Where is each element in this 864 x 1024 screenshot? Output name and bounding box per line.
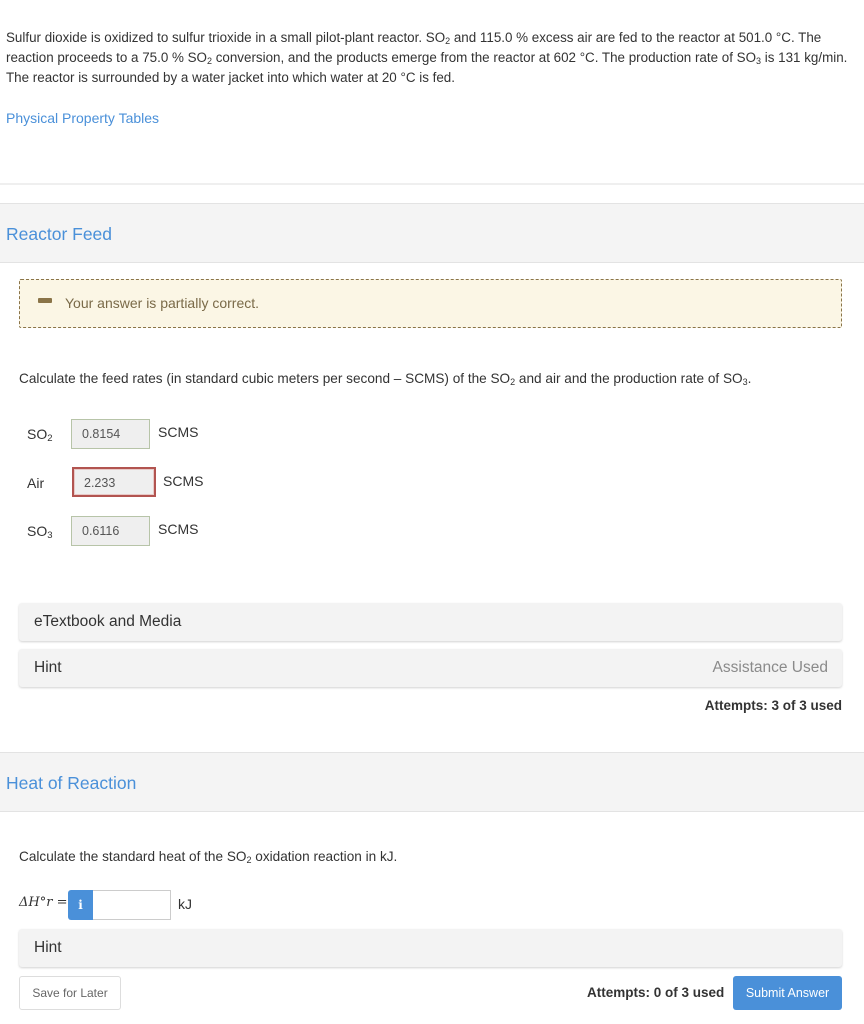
delta-h-label: ΔH°r =: [19, 895, 68, 910]
so2-feed-input[interactable]: 0.8154: [71, 419, 150, 449]
kj-unit: kJ: [178, 896, 192, 912]
so3-unit: SCMS: [158, 521, 199, 537]
etextbook-media-bar[interactable]: eTextbook and Media: [19, 603, 842, 641]
submit-answer-button[interactable]: Submit Answer: [733, 976, 842, 1010]
physical-property-tables-link[interactable]: Physical Property Tables: [6, 110, 159, 126]
hint-label: Hint: [34, 939, 62, 956]
so2-label: SO2: [27, 426, 53, 444]
air-label: Air: [27, 475, 45, 491]
save-for-later-button[interactable]: Save for Later: [19, 976, 121, 1010]
section-header-reactor-feed: Reactor Feed: [0, 203, 864, 263]
section-header-heat-of-reaction: Heat of Reaction: [0, 752, 864, 812]
etextbook-label: eTextbook and Media: [34, 613, 182, 630]
problem-statement: Sulfur dioxide is oxidized to sulfur tri…: [6, 30, 848, 85]
hint-bar-reactor-feed[interactable]: Hint Assistance Used: [19, 649, 842, 687]
partial-correct-feedback: Your answer is partially correct.: [19, 279, 842, 328]
attempts-reactor-feed: Attempts: 3 of 3 used: [704, 698, 842, 713]
so3-label: SO3: [27, 523, 53, 541]
info-icon[interactable]: i: [68, 890, 93, 920]
hint-bar-heat-of-reaction[interactable]: Hint: [19, 929, 842, 967]
divider: [0, 183, 864, 185]
heat-of-reaction-input[interactable]: [93, 890, 171, 920]
so2-unit: SCMS: [158, 424, 199, 440]
section-title-reactor-feed[interactable]: Reactor Feed: [6, 224, 112, 245]
question-text-reactor-feed: Calculate the feed rates (in standard cu…: [19, 371, 752, 387]
air-unit: SCMS: [163, 473, 204, 489]
assistance-used-label: Assistance Used: [712, 659, 828, 676]
hint-label: Hint: [34, 659, 62, 676]
partial-dash-icon: [38, 298, 52, 303]
question-text-heat-of-reaction: Calculate the standard heat of the SO2 o…: [19, 849, 398, 865]
so3-production-input[interactable]: 0.6116: [71, 516, 150, 546]
attempts-heat-of-reaction: Attempts: 0 of 3 used: [587, 985, 725, 1000]
section-title-heat-of-reaction[interactable]: Heat of Reaction: [6, 773, 136, 794]
feedback-message: Your answer is partially correct.: [65, 295, 260, 311]
air-feed-input[interactable]: 2.233: [72, 467, 156, 497]
